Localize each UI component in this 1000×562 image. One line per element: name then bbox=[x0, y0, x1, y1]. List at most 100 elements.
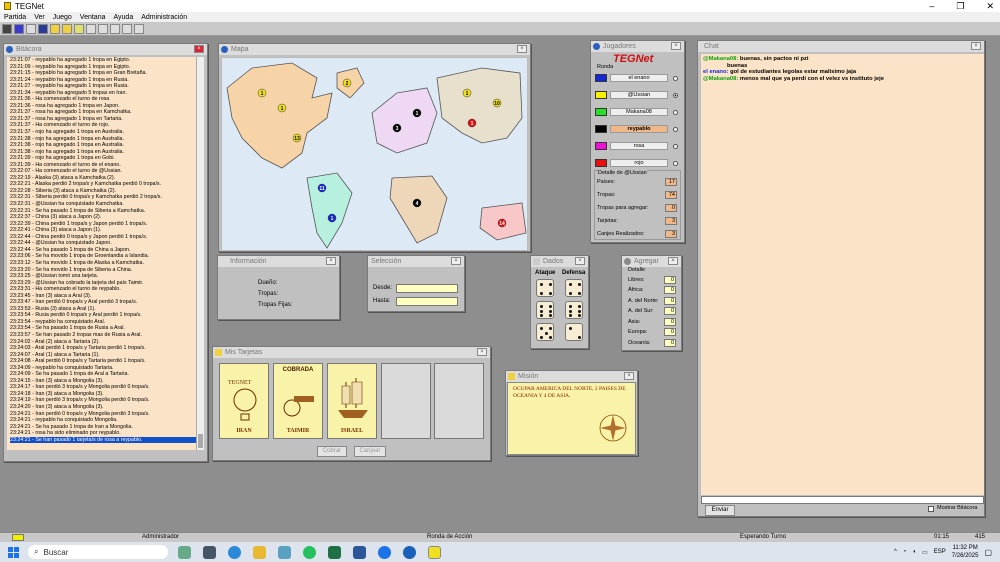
mission-icon[interactable] bbox=[74, 24, 84, 34]
connect-icon[interactable] bbox=[2, 24, 12, 34]
player-color-indicator bbox=[12, 534, 24, 541]
close-button[interactable]: ✕ bbox=[986, 0, 994, 12]
player-row[interactable]: rosa bbox=[595, 141, 679, 151]
windows-start-icon[interactable] bbox=[8, 546, 19, 558]
player-row[interactable]: rojo bbox=[595, 158, 679, 168]
enviar-button[interactable]: Enviar bbox=[705, 505, 735, 516]
card-iran[interactable]: TEGNET IRAN bbox=[219, 363, 269, 439]
battery-icon[interactable]: ▭ bbox=[922, 549, 928, 556]
player-row[interactable]: el enano bbox=[595, 73, 679, 83]
maximize-button[interactable]: ❐ bbox=[956, 0, 964, 12]
bitacora-scrollbar[interactable] bbox=[196, 57, 204, 450]
file-explorer-icon[interactable] bbox=[253, 545, 266, 559]
player-row[interactable]: @Ussian bbox=[595, 90, 679, 100]
svg-text:1: 1 bbox=[466, 91, 469, 97]
detalle-row: Tarjetas: 3 bbox=[597, 216, 677, 225]
browser-icon[interactable] bbox=[378, 545, 391, 559]
defensa-label: Defensa bbox=[562, 270, 586, 276]
menu-ventana[interactable]: Ventana bbox=[80, 14, 106, 21]
dice-icon[interactable] bbox=[122, 24, 132, 34]
agregar-icon bbox=[624, 258, 631, 265]
bitacora-log[interactable]: 23:21:07 - reypablo ha agregado 1 tropa … bbox=[7, 57, 197, 450]
menu-ayuda[interactable]: Ayuda bbox=[113, 14, 133, 21]
mapa-close-button[interactable]: × bbox=[517, 45, 527, 53]
menu-administracion[interactable]: Administración bbox=[141, 14, 187, 21]
window-title: TEGNet bbox=[15, 1, 44, 11]
volume-icon[interactable]: ◖ bbox=[912, 549, 916, 555]
mostrar-bitacora-checkbox[interactable] bbox=[928, 506, 934, 512]
canjear-button[interactable]: Canjear bbox=[354, 446, 386, 457]
tray-chevron-icon[interactable]: ^ bbox=[894, 549, 897, 555]
dados-close-button[interactable]: × bbox=[575, 257, 585, 265]
jugadores-close-button[interactable]: × bbox=[671, 42, 681, 50]
chat-input[interactable] bbox=[701, 496, 984, 504]
tropas-fijas-label: Tropas Fijas: bbox=[258, 302, 293, 308]
edge-browser-icon[interactable] bbox=[228, 545, 241, 559]
menu-partida[interactable]: Partida bbox=[4, 14, 26, 21]
end-turn-icon[interactable] bbox=[134, 24, 144, 34]
player-radio[interactable] bbox=[673, 143, 678, 149]
europe-continent bbox=[371, 87, 438, 154]
player-radio[interactable] bbox=[673, 160, 678, 166]
player-radio[interactable] bbox=[673, 75, 678, 81]
desde-label: Desde: bbox=[373, 285, 393, 291]
card-icon[interactable] bbox=[50, 24, 60, 34]
mision-close-button[interactable]: × bbox=[624, 372, 634, 380]
calculator-icon[interactable] bbox=[203, 545, 216, 559]
player-color-swatch bbox=[595, 159, 607, 167]
attack-die-icon bbox=[536, 279, 554, 297]
svg-text:13: 13 bbox=[294, 136, 300, 142]
balloon-icon bbox=[233, 388, 257, 421]
save-icon[interactable] bbox=[38, 24, 48, 34]
attack-die-icon bbox=[536, 301, 554, 319]
cobrar-button[interactable]: Cobrar bbox=[317, 446, 347, 457]
mision-titlebar: Misión × bbox=[506, 371, 637, 382]
card-israel[interactable]: ISRAEL bbox=[327, 363, 377, 439]
chat-close-button[interactable]: × bbox=[971, 42, 981, 50]
chrome-icon[interactable] bbox=[403, 545, 416, 559]
wifi-icon[interactable]: ◔ bbox=[903, 549, 907, 555]
card-taimir[interactable]: COBRADA TAIMIR bbox=[273, 363, 323, 439]
detalle-label: Canjes Realizados: bbox=[597, 230, 645, 237]
add-troops-icon[interactable] bbox=[86, 24, 96, 34]
menu-ver[interactable]: Ver bbox=[34, 14, 45, 21]
tarjetas-close-button[interactable]: × bbox=[477, 348, 487, 356]
list-icon[interactable] bbox=[26, 24, 36, 34]
notifications-icon[interactable]: ▢ bbox=[984, 548, 992, 557]
taskbar-search[interactable]: ⌕ Buscar bbox=[28, 545, 168, 559]
player-radio[interactable] bbox=[673, 126, 678, 132]
tarjetas-title: Mis Tarjetas bbox=[225, 349, 263, 356]
africa-continent bbox=[389, 175, 448, 244]
whatsapp-icon[interactable] bbox=[303, 545, 316, 559]
bitacora-close-button[interactable]: × bbox=[194, 45, 204, 53]
menu-juego[interactable]: Juego bbox=[53, 14, 72, 21]
minimize-button[interactable]: – bbox=[929, 0, 934, 12]
word-icon[interactable] bbox=[353, 545, 366, 559]
clock[interactable]: 11:32 PM 7/26/2025 bbox=[952, 544, 979, 560]
regroup-icon[interactable] bbox=[110, 24, 120, 34]
informacion-close-button[interactable]: × bbox=[326, 257, 336, 265]
mision-panel: Misión × OCUPAR AMERICA DEL NORTE, 2 PAIS… bbox=[505, 370, 638, 456]
mision-card: OCUPAR AMERICA DEL NORTE, 2 PAISES DE OC… bbox=[507, 382, 636, 455]
hasta-field[interactable] bbox=[396, 297, 458, 306]
detalle-value: 17 bbox=[665, 177, 677, 186]
app-icon[interactable] bbox=[278, 545, 291, 559]
globe-icon[interactable] bbox=[14, 24, 24, 34]
agregar-close-button[interactable]: × bbox=[668, 257, 678, 265]
player-radio[interactable] bbox=[673, 92, 678, 98]
desde-field[interactable] bbox=[396, 284, 458, 293]
attack-icon[interactable] bbox=[98, 24, 108, 34]
tegnet-taskbar-icon[interactable] bbox=[428, 545, 441, 559]
player-row[interactable]: reypablo bbox=[595, 124, 679, 134]
agregar-value: 0 bbox=[664, 275, 676, 284]
widgets-icon[interactable] bbox=[178, 545, 191, 559]
world-map[interactable]: 1 1 13 2 11 1 3 1 1 10 1 4 14 bbox=[221, 57, 528, 251]
language-indicator[interactable]: ESP bbox=[934, 549, 946, 555]
dados-panel: Dados × Ataque Defensa bbox=[530, 255, 589, 349]
player-radio[interactable] bbox=[673, 109, 678, 115]
agregar-detalle-label: Detalle bbox=[628, 267, 646, 273]
card-stack-icon[interactable] bbox=[62, 24, 72, 34]
player-row[interactable]: Makana08 bbox=[595, 107, 679, 117]
excel-icon[interactable] bbox=[328, 545, 341, 559]
seleccion-close-button[interactable]: × bbox=[451, 257, 461, 265]
